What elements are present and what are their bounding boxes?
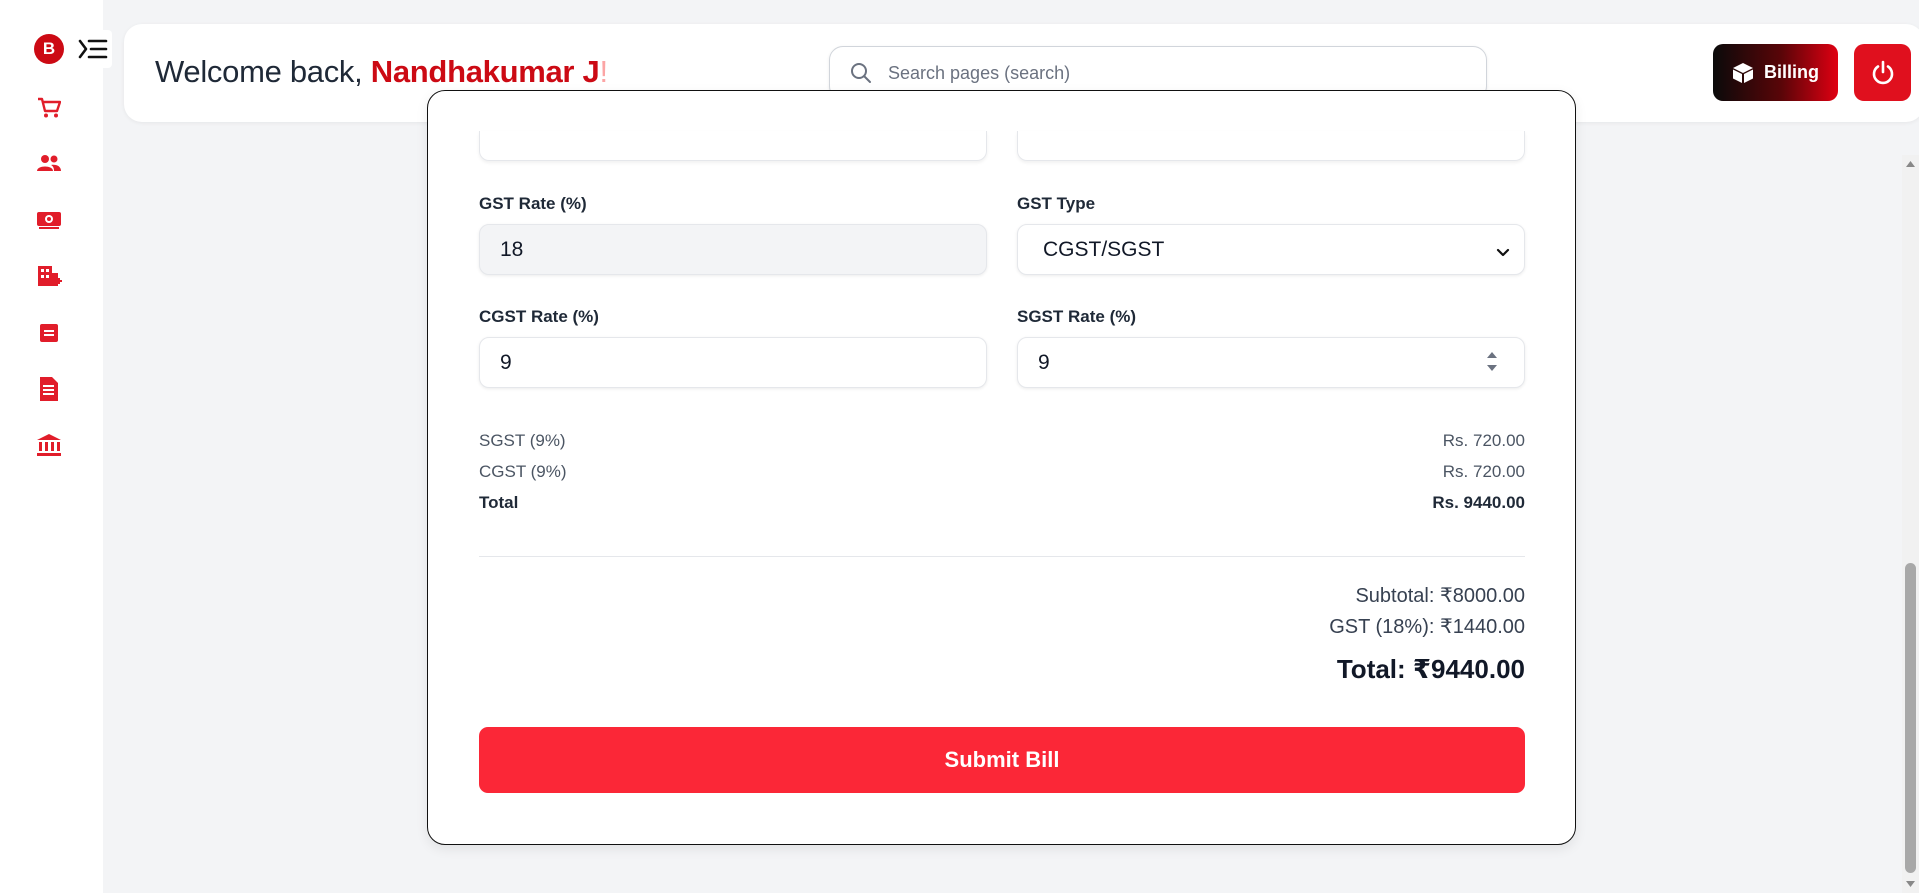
welcome-prefix: Welcome back, (155, 54, 371, 89)
shopping-cart-icon (38, 97, 61, 118)
sidebar-item-payments[interactable] (34, 204, 64, 234)
box-icon (1733, 62, 1753, 83)
sidebar-item-company[interactable] (34, 261, 64, 291)
total-summary-value: Rs. 9440.00 (1432, 493, 1525, 512)
menu-toggle-button[interactable] (74, 30, 112, 68)
cgst-summary-value: Rs. 720.00 (1442, 462, 1525, 481)
section-divider (479, 556, 1525, 557)
search-input[interactable] (888, 62, 1468, 84)
search-icon (850, 61, 874, 85)
welcome-suffix: ! (599, 54, 608, 89)
cgst-summary-label: CGST (9%) (479, 462, 567, 481)
menu-collapse-icon (78, 39, 108, 59)
sidebar-item-cart[interactable] (34, 93, 64, 123)
logout-button[interactable] (1854, 44, 1911, 101)
sgst-summary-value: Rs. 720.00 (1442, 431, 1525, 450)
money-icon (37, 212, 61, 229)
building-add-icon (38, 266, 62, 286)
scroll-up-icon[interactable] (1905, 158, 1916, 170)
document-icon (40, 377, 58, 401)
gst-rate-label: GST Rate (%) (479, 194, 587, 213)
submit-bill-label: Submit Bill (944, 747, 1060, 772)
billing-label: Billing (1764, 62, 1819, 82)
gst-type-value: CGST/SGST (1043, 237, 1165, 261)
sgst-rate-value: 9 (1038, 350, 1050, 374)
sidebar-item-reports[interactable] (34, 318, 64, 348)
cgst-rate-field[interactable]: 9 (479, 337, 987, 388)
brand-logo[interactable]: B (34, 34, 64, 64)
subtotal-text: Subtotal: ₹8000.00 (1355, 585, 1525, 607)
sidebar-item-documents[interactable] (34, 374, 64, 404)
sidebar: B (0, 0, 112, 893)
welcome-message: Welcome back, Nandhakumar J! (155, 54, 608, 90)
power-icon (1872, 60, 1893, 84)
sgst-summary-label: SGST (9%) (479, 431, 566, 450)
logo-letter: B (42, 39, 56, 58)
previous-field-left[interactable] (479, 131, 987, 161)
gst-rate-field[interactable]: 18 (479, 224, 987, 275)
sidebar-item-customers[interactable] (34, 148, 64, 178)
billing-button[interactable]: Billing (1713, 44, 1838, 101)
scroll-thumb[interactable] (1905, 563, 1916, 873)
note-icon (40, 324, 58, 342)
stepper-up-icon[interactable] (1486, 351, 1498, 359)
gst-type-label: GST Type (1017, 194, 1096, 213)
scroll-down-icon[interactable] (1905, 878, 1916, 890)
gst-total-text: GST (18%): ₹1440.00 (1329, 616, 1525, 638)
user-name: Nandhakumar J (370, 54, 600, 89)
sidebar-item-bank[interactable] (34, 430, 64, 460)
number-stepper[interactable] (1486, 351, 1498, 372)
gst-rate-value: 18 (500, 237, 524, 261)
grand-total-text: Total: ₹9440.00 (1336, 654, 1525, 684)
bank-icon (37, 434, 61, 456)
billing-form-card: GST Rate (%) 18 GST Type CGST/SGST CGST … (427, 90, 1576, 845)
stepper-down-icon[interactable] (1486, 364, 1498, 372)
previous-field-right[interactable] (1017, 131, 1525, 161)
cgst-rate-label: CGST Rate (%) (479, 307, 599, 326)
page-scrollbar[interactable] (1902, 155, 1919, 893)
submit-bill-button[interactable]: Submit Bill (479, 727, 1525, 793)
chevron-down-icon (1496, 242, 1510, 266)
gst-type-select[interactable]: CGST/SGST (1017, 224, 1525, 275)
total-summary-label: Total (479, 493, 519, 512)
sgst-rate-field[interactable]: 9 (1017, 337, 1525, 388)
sgst-rate-label: SGST Rate (%) (1017, 307, 1137, 326)
cgst-rate-value: 9 (500, 350, 512, 374)
users-icon (37, 155, 61, 171)
